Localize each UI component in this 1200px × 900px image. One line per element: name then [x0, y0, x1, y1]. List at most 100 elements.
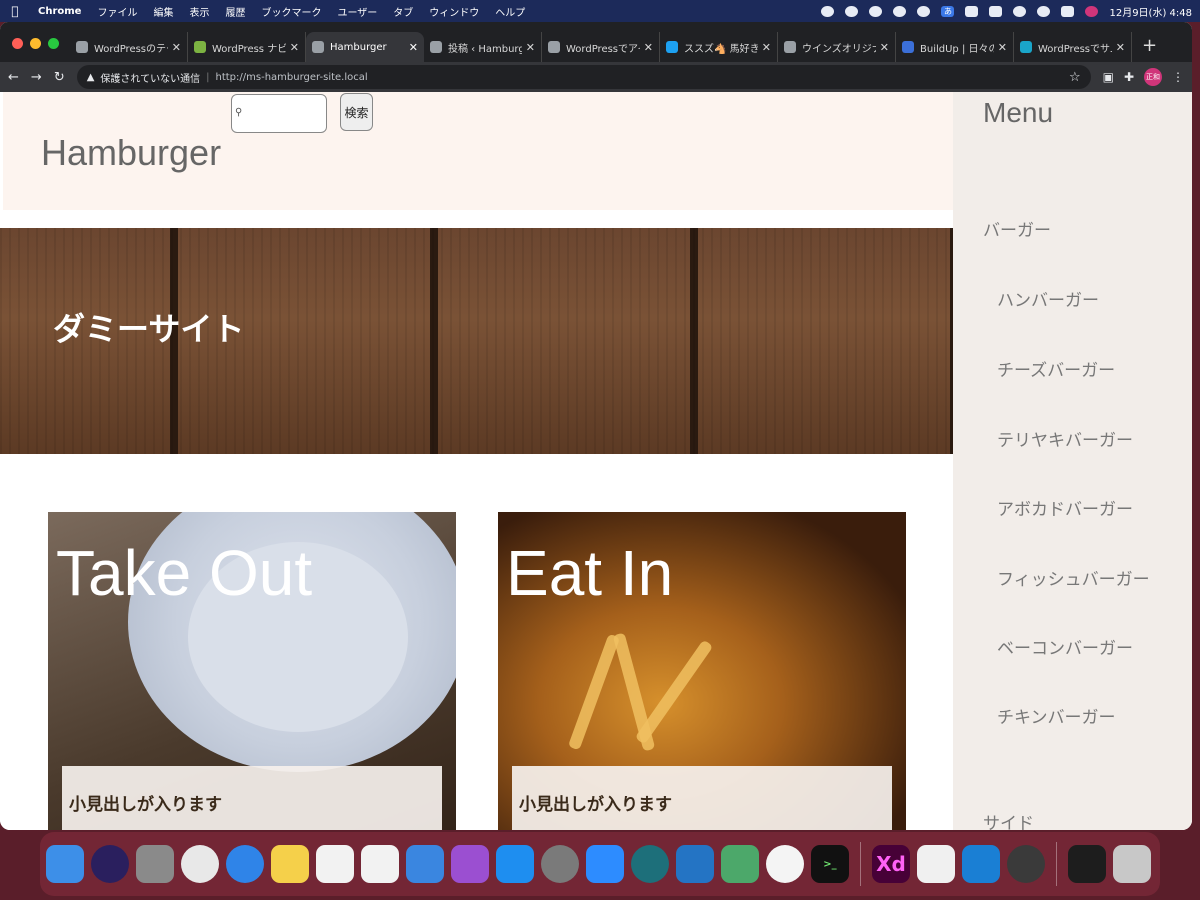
menu-help[interactable]: ヘルプ: [487, 4, 533, 19]
takeout-card-caption: 小見出しが入ります: [62, 766, 442, 830]
close-tab-icon[interactable]: ✕: [172, 41, 181, 54]
sidebar-item-hamburger[interactable]: ハンバーガー: [997, 286, 1099, 311]
zoom-icon[interactable]: [586, 845, 624, 883]
warning-icon[interactable]: ▲: [87, 72, 95, 83]
timer-icon[interactable]: [917, 5, 931, 17]
app-store-icon[interactable]: [496, 845, 534, 883]
close-tab-icon[interactable]: ✕: [1116, 41, 1125, 54]
creative-cloud-icon[interactable]: [845, 5, 859, 17]
leaf-favicon-icon: [194, 41, 206, 53]
launchpad-icon[interactable]: [136, 845, 174, 883]
security-status[interactable]: 保護されていない通信: [100, 70, 200, 85]
siri-status-icon[interactable]: [1085, 5, 1099, 17]
close-window-icon[interactable]: [12, 38, 23, 49]
new-tab-button[interactable]: +: [1132, 32, 1167, 62]
close-tab-icon[interactable]: ✕: [762, 41, 771, 54]
sidebar-item-avocado-burger[interactable]: アボカドバーガー: [997, 495, 1133, 520]
vscode-insiders-icon[interactable]: [962, 845, 1000, 883]
apple-menu-icon[interactable]: : [0, 4, 30, 18]
finder-icon[interactable]: [46, 845, 84, 883]
notes-icon[interactable]: [271, 845, 309, 883]
close-tab-icon[interactable]: ✕: [409, 41, 418, 54]
adobe-xd-icon[interactable]: Xd: [872, 845, 910, 883]
menu-edit[interactable]: 編集: [145, 4, 181, 19]
battery-icon[interactable]: [989, 5, 1003, 17]
menu-window[interactable]: ウィンドウ: [421, 4, 487, 19]
safari-icon[interactable]: [226, 845, 264, 883]
tab-buildup[interactable]: BuildUp | 日々の覚✕: [896, 32, 1014, 62]
tab-wordpress-theme[interactable]: WordPressのテーマ✕: [70, 32, 188, 62]
telegram-icon[interactable]: [631, 845, 669, 883]
podcasts-icon[interactable]: [451, 845, 489, 883]
minimize-window-icon[interactable]: [30, 38, 41, 49]
tab-wordpress-thumbnail[interactable]: WordPressでサム ✕: [1014, 32, 1132, 62]
keynote-icon[interactable]: [406, 845, 444, 883]
tab-winds-original[interactable]: ウインズオリジナル✕: [778, 32, 896, 62]
more-menu-icon[interactable]: ⋮: [1172, 70, 1184, 84]
sidebar-item-bacon-burger[interactable]: ベーコンバーガー: [997, 634, 1133, 659]
numbers-icon[interactable]: [361, 845, 399, 883]
puzzle-extensions-icon[interactable]: ✚: [1124, 70, 1134, 84]
tab-hamburger[interactable]: Hamburger ✕: [306, 32, 424, 62]
textedit-icon[interactable]: [917, 845, 955, 883]
wifi-icon[interactable]: [1013, 5, 1027, 17]
menu-user[interactable]: ユーザー: [329, 4, 385, 19]
terminal-icon[interactable]: >_: [811, 845, 849, 883]
menu-history[interactable]: 履歴: [217, 4, 253, 19]
sidebar-item-chicken-burger[interactable]: チキンバーガー: [997, 703, 1116, 728]
control-center-icon[interactable]: [1061, 5, 1075, 17]
sidebar-item-teriyaki-burger[interactable]: テリヤキバーガー: [997, 426, 1133, 451]
folder-icon[interactable]: [1068, 845, 1106, 883]
gitkraken-icon[interactable]: [721, 845, 759, 883]
search-input[interactable]: ⚲: [231, 94, 327, 133]
system-preferences-icon[interactable]: [541, 845, 579, 883]
vscode-icon[interactable]: [676, 845, 714, 883]
forward-arrow-icon[interactable]: →: [31, 70, 42, 85]
menu-view[interactable]: 表示: [181, 4, 217, 19]
spotlight-search-icon[interactable]: [1037, 5, 1051, 17]
tab-wordpress-icon[interactable]: WordPressでアイ ✕: [542, 32, 660, 62]
extension-icon[interactable]: ▣: [1103, 70, 1114, 84]
trash-icon[interactable]: [1113, 845, 1151, 883]
reload-icon[interactable]: ↻: [54, 70, 65, 85]
profile-avatar[interactable]: 正和: [1144, 68, 1162, 86]
close-tab-icon[interactable]: ✕: [290, 41, 299, 54]
url-text[interactable]: http://ms-hamburger-site.local: [216, 72, 368, 83]
upload-cloud-icon[interactable]: [821, 5, 835, 17]
reminders-icon[interactable]: [316, 845, 354, 883]
tab-wordpress-nav[interactable]: WordPress ナビゲ✕: [188, 32, 306, 62]
takeout-card[interactable]: Take Out 小見出しが入ります: [48, 512, 456, 830]
quicktime-icon[interactable]: [1007, 845, 1045, 883]
menu-bookmarks[interactable]: ブックマーク: [253, 4, 329, 19]
address-bar[interactable]: ▲ 保護されていない通信 | http://ms-hamburger-site.…: [76, 65, 1091, 89]
search-button[interactable]: 検索: [340, 93, 373, 131]
input-method-icon[interactable]: あ: [941, 5, 955, 17]
menu-tab[interactable]: タブ: [385, 4, 421, 19]
menu-app-chrome[interactable]: Chrome: [30, 6, 89, 17]
tab-twitter[interactable]: ススズ🐴 馬好き ✕: [660, 32, 778, 62]
eatin-card-caption: 小見出しが入ります: [512, 766, 892, 830]
tab-posts-hamburger[interactable]: 投稿 ‹ Hamburger✕: [424, 32, 542, 62]
close-tab-icon[interactable]: ✕: [644, 41, 653, 54]
back-arrow-icon[interactable]: ←: [8, 70, 19, 85]
sidebar-category-side[interactable]: サイド: [983, 809, 1034, 830]
site-title[interactable]: Hamburger: [41, 132, 221, 174]
zoom-window-icon[interactable]: [48, 38, 59, 49]
close-tab-icon[interactable]: ✕: [880, 41, 889, 54]
sidebar-item-fish-burger[interactable]: フィッシュバーガー: [997, 565, 1150, 590]
play-icon[interactable]: [893, 5, 907, 17]
clock[interactable]: 12月9日(水) 4:48: [1109, 4, 1192, 19]
ghost-icon[interactable]: [869, 5, 883, 17]
close-tab-icon[interactable]: ✕: [998, 41, 1007, 54]
slack-icon[interactable]: [766, 845, 804, 883]
menu-file[interactable]: ファイル: [89, 4, 145, 19]
close-tab-icon[interactable]: ✕: [526, 41, 535, 54]
bluetooth-icon[interactable]: [965, 5, 979, 17]
eatin-card[interactable]: Eat In 小見出しが入ります: [498, 512, 906, 830]
sidebar-item-cheeseburger[interactable]: チーズバーガー: [997, 356, 1115, 381]
bookmark-star-icon[interactable]: ☆: [1069, 70, 1081, 85]
chrome-icon[interactable]: [181, 845, 219, 883]
extensions-area: ▣ ✚ 正和 ⋮: [1103, 68, 1184, 86]
siri-icon[interactable]: [91, 845, 129, 883]
sidebar-category-burger[interactable]: バーガー: [983, 216, 1051, 241]
